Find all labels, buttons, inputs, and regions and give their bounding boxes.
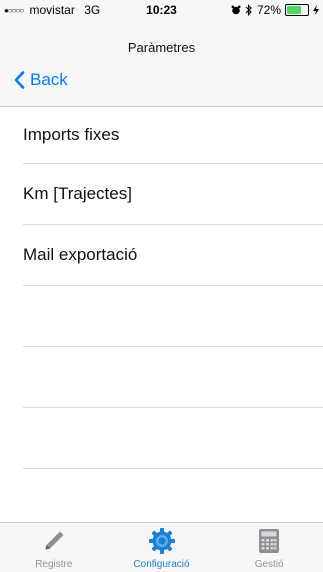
status-right: 72% [231,3,319,17]
empty-row [23,347,323,408]
tab-gestio[interactable]: Gestió [215,523,323,572]
calculator-icon [259,529,280,553]
battery-percent: 72% [256,3,281,17]
tab-label: Configuració [133,559,190,570]
list-item-km-trajectes[interactable]: Km [Trajectes] [23,164,323,225]
tab-label: Gestió [254,559,284,570]
tab-label: Registre [35,559,73,570]
chevron-left-icon [14,71,25,89]
list-item-imports-fixes[interactable]: Imports fixes [23,106,323,164]
list-item-label: Km [Trajectes] [23,184,132,203]
bluetooth-icon [245,4,252,16]
list-item-label: Mail exportació [23,245,138,264]
alarm-icon [231,5,241,15]
empty-row [23,408,323,469]
empty-row [23,286,323,347]
page-title: Paràmetres [127,40,196,55]
gear-icon [148,528,175,554]
charging-icon [313,5,319,15]
navigation-header: ●○○○○ movistar 3G 10:23 72% Paràmetres B… [0,0,323,107]
tab-configuracio[interactable]: Configuració [108,523,216,572]
tab-bar: Registre Configuració Gestió [0,522,323,572]
battery-icon [285,4,309,16]
list-item-label: Imports fixes [23,124,120,144]
status-bar: ●○○○○ movistar 3G 10:23 72% [0,0,323,20]
tab-registre[interactable]: Registre [0,523,108,572]
back-button[interactable]: Back [14,70,68,90]
list-item-mail-exportacio[interactable]: Mail exportació [23,225,323,286]
back-button-label: Back [30,70,68,89]
settings-list: Imports fixes Km [Trajectes] Mail export… [0,106,323,469]
pencil-icon [45,531,64,550]
